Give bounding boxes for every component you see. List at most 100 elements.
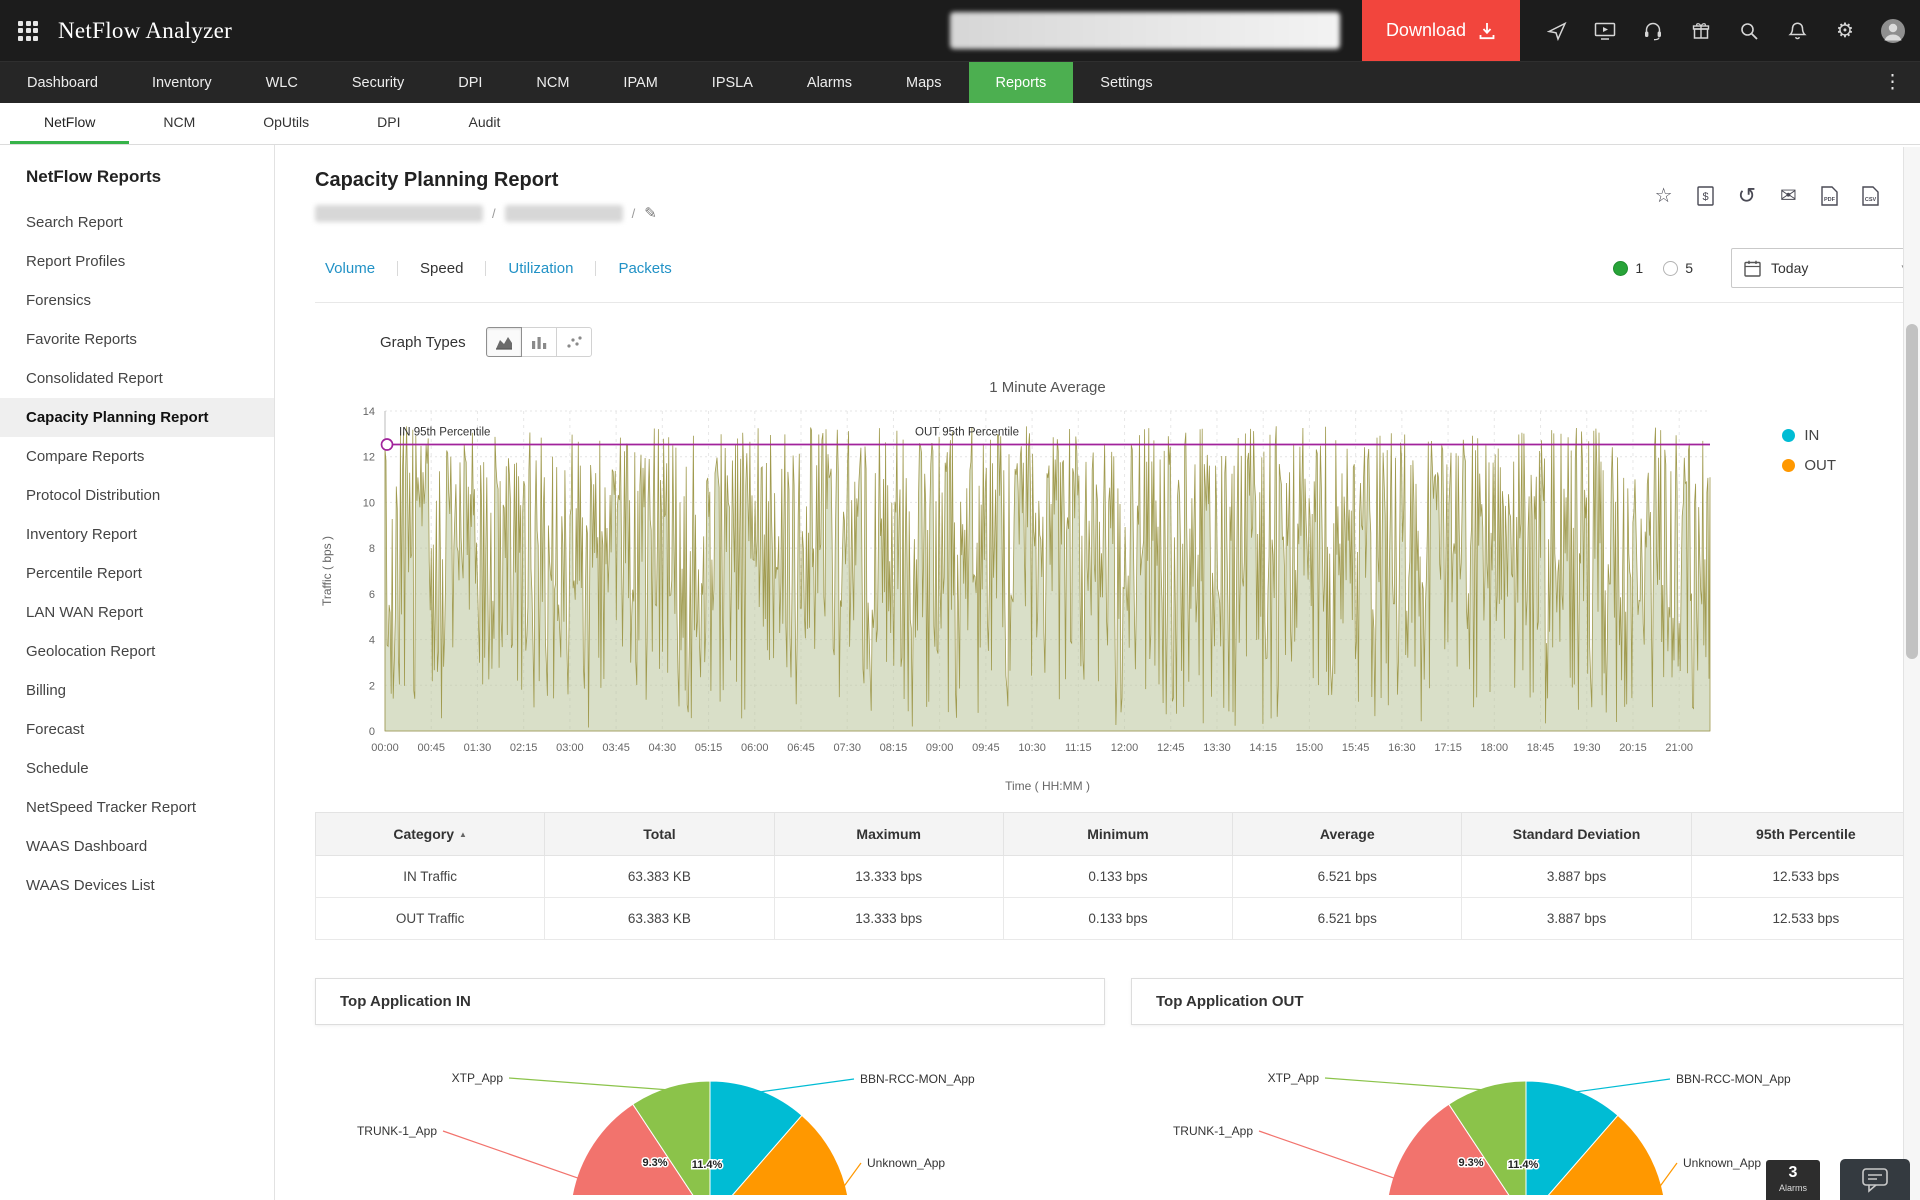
svg-text:8: 8 <box>369 543 375 555</box>
top-application-out-title: Top Application OUT <box>1156 993 1303 1010</box>
legend-dot-icon <box>1782 429 1795 442</box>
tab-utilization[interactable]: Utilization <box>486 260 595 277</box>
table-row: IN Traffic63.383 KB13.333 bps0.133 bps6.… <box>316 856 1920 898</box>
tab-volume[interactable]: Volume <box>315 260 397 277</box>
tab-packets[interactable]: Packets <box>596 260 693 277</box>
nav-item-security[interactable]: Security <box>325 62 431 103</box>
svg-text:BBN-RCC-MON_App: BBN-RCC-MON_App <box>1676 1072 1791 1086</box>
nav-item-ncm[interactable]: NCM <box>509 62 596 103</box>
sub-nav-item-ncm[interactable]: NCM <box>129 103 229 144</box>
interval-radio-label: 1 <box>1635 260 1643 276</box>
svg-text:06:00: 06:00 <box>741 742 769 754</box>
nav-overflow-kebab-icon[interactable]: ⋮ <box>1865 62 1920 103</box>
legend-item-out[interactable]: OUT <box>1782 457 1836 474</box>
graph-type-bar-button[interactable] <box>521 327 557 357</box>
nav-item-wlc[interactable]: WLC <box>239 62 325 103</box>
svg-text:18:00: 18:00 <box>1481 742 1509 754</box>
alarms-count: 3 <box>1766 1163 1820 1183</box>
sidebar-item-forecast[interactable]: Forecast <box>0 710 274 749</box>
support-icon[interactable] <box>1640 18 1666 44</box>
interval-radio-1[interactable]: 1 <box>1613 260 1643 276</box>
nav-item-alarms[interactable]: Alarms <box>780 62 879 103</box>
chat-support-button[interactable] <box>1840 1159 1910 1200</box>
schedule-history-icon[interactable]: ↺ <box>1738 185 1756 207</box>
svg-text:10:30: 10:30 <box>1018 742 1046 754</box>
sidebar-item-consolidated-report[interactable]: Consolidated Report <box>0 359 274 398</box>
favorite-star-icon[interactable]: ☆ <box>1655 186 1673 206</box>
edit-pencil-icon[interactable]: ✎ <box>644 204 657 222</box>
nav-item-dpi[interactable]: DPI <box>431 62 509 103</box>
sort-asc-icon[interactable]: ▲ <box>459 830 467 839</box>
sub-nav-item-oputils[interactable]: OpUtils <box>229 103 343 144</box>
sub-nav-item-audit[interactable]: Audit <box>435 103 535 144</box>
demo-video-icon[interactable] <box>1592 18 1618 44</box>
sub-nav-item-netflow[interactable]: NetFlow <box>10 103 129 144</box>
sidebar-item-report-profiles[interactable]: Report Profiles <box>0 242 274 281</box>
sidebar-item-waas-devices-list[interactable]: WAAS Devices List <box>0 866 274 905</box>
svg-text:BBN-RCC-MON_App: BBN-RCC-MON_App <box>860 1072 975 1086</box>
table-header-standard-deviation: Standard Deviation <box>1462 813 1691 856</box>
sidebar-item-favorite-reports[interactable]: Favorite Reports <box>0 320 274 359</box>
svg-text:16:30: 16:30 <box>1388 742 1416 754</box>
report-action-icons: ☆ $ ↺ ✉ PDF CSV × <box>1655 183 1918 209</box>
user-avatar[interactable] <box>1880 18 1906 44</box>
tab-speed[interactable]: Speed <box>398 260 485 277</box>
sidebar-item-forensics[interactable]: Forensics <box>0 281 274 320</box>
graph-type-scatter-button[interactable] <box>556 327 592 357</box>
traffic-chart-svg: 0246810121400:0000:4501:3002:1503:0003:4… <box>315 396 1715 796</box>
billing-report-icon[interactable]: $ <box>1697 186 1714 206</box>
sidebar-item-inventory-report[interactable]: Inventory Report <box>0 515 274 554</box>
sidebar-item-search-report[interactable]: Search Report <box>0 203 274 242</box>
scrollbar-thumb[interactable] <box>1906 324 1918 659</box>
table-cell: 13.333 bps <box>774 856 1003 898</box>
sidebar-item-geolocation-report[interactable]: Geolocation Report <box>0 632 274 671</box>
svg-text:04:30: 04:30 <box>649 742 677 754</box>
table-header-category[interactable]: Category▲ <box>316 813 545 856</box>
svg-text:Unknown_App: Unknown_App <box>1683 1156 1761 1170</box>
summary-table-body: IN Traffic63.383 KB13.333 bps0.133 bps6.… <box>316 856 1920 940</box>
sub-nav-item-dpi[interactable]: DPI <box>343 103 434 144</box>
export-csv-icon[interactable]: CSV <box>1862 186 1879 206</box>
download-button[interactable]: Download <box>1362 0 1520 61</box>
nav-item-ipsla[interactable]: IPSLA <box>685 62 780 103</box>
global-search-blurred[interactable] <box>950 12 1340 49</box>
app-title: NetFlow Analyzer <box>58 18 232 44</box>
legend-item-in[interactable]: IN <box>1782 427 1836 444</box>
nav-item-inventory[interactable]: Inventory <box>125 62 239 103</box>
email-report-icon[interactable]: ✉ <box>1780 186 1797 206</box>
graph-type-area-button[interactable] <box>486 327 522 357</box>
svg-text:17:15: 17:15 <box>1434 742 1462 754</box>
sidebar-item-protocol-distribution[interactable]: Protocol Distribution <box>0 476 274 515</box>
sidebar-item-compare-reports[interactable]: Compare Reports <box>0 437 274 476</box>
export-pdf-icon[interactable]: PDF <box>1821 186 1838 206</box>
table-cell: IN Traffic <box>316 856 545 898</box>
alarms-badge[interactable]: 3 Alarms <box>1766 1160 1820 1200</box>
settings-gear-icon[interactable]: ⚙ <box>1832 18 1858 44</box>
sidebar-item-capacity-planning-report[interactable]: Capacity Planning Report <box>0 398 274 437</box>
sidebar-item-schedule[interactable]: Schedule <box>0 749 274 788</box>
svg-text:11:15: 11:15 <box>1065 742 1092 754</box>
search-icon[interactable] <box>1736 18 1762 44</box>
getting-started-icon[interactable] <box>1544 18 1570 44</box>
sidebar-item-waas-dashboard[interactable]: WAAS Dashboard <box>0 827 274 866</box>
notifications-bell-icon[interactable] <box>1784 18 1810 44</box>
top-application-in-pie: BBN-RCC-MON_AppUnknown_AppTRUNK-1_AppXTP… <box>315 1025 1105 1195</box>
sidebar-item-billing[interactable]: Billing <box>0 671 274 710</box>
interval-radio-5[interactable]: 5 <box>1663 260 1693 276</box>
tabs-divider <box>315 302 1920 303</box>
sidebar-item-lan-wan-report[interactable]: LAN WAN Report <box>0 593 274 632</box>
sidebar-item-netspeed-tracker-report[interactable]: NetSpeed Tracker Report <box>0 788 274 827</box>
nav-item-ipam[interactable]: IPAM <box>596 62 684 103</box>
date-range-picker[interactable]: Today ▾ <box>1731 248 1920 288</box>
nav-item-dashboard[interactable]: Dashboard <box>0 62 125 103</box>
graph-types: Graph Types <box>380 327 1920 357</box>
nav-item-maps[interactable]: Maps <box>879 62 968 103</box>
nav-item-settings[interactable]: Settings <box>1073 62 1179 103</box>
legend-label: OUT <box>1804 457 1836 474</box>
nav-item-reports[interactable]: Reports <box>969 62 1074 103</box>
table-cell: 12.533 bps <box>1691 856 1920 898</box>
sidebar-item-percentile-report[interactable]: Percentile Report <box>0 554 274 593</box>
apps-grid-icon[interactable] <box>18 21 38 41</box>
whats-new-gift-icon[interactable] <box>1688 18 1714 44</box>
svg-text:12:45: 12:45 <box>1157 742 1185 754</box>
